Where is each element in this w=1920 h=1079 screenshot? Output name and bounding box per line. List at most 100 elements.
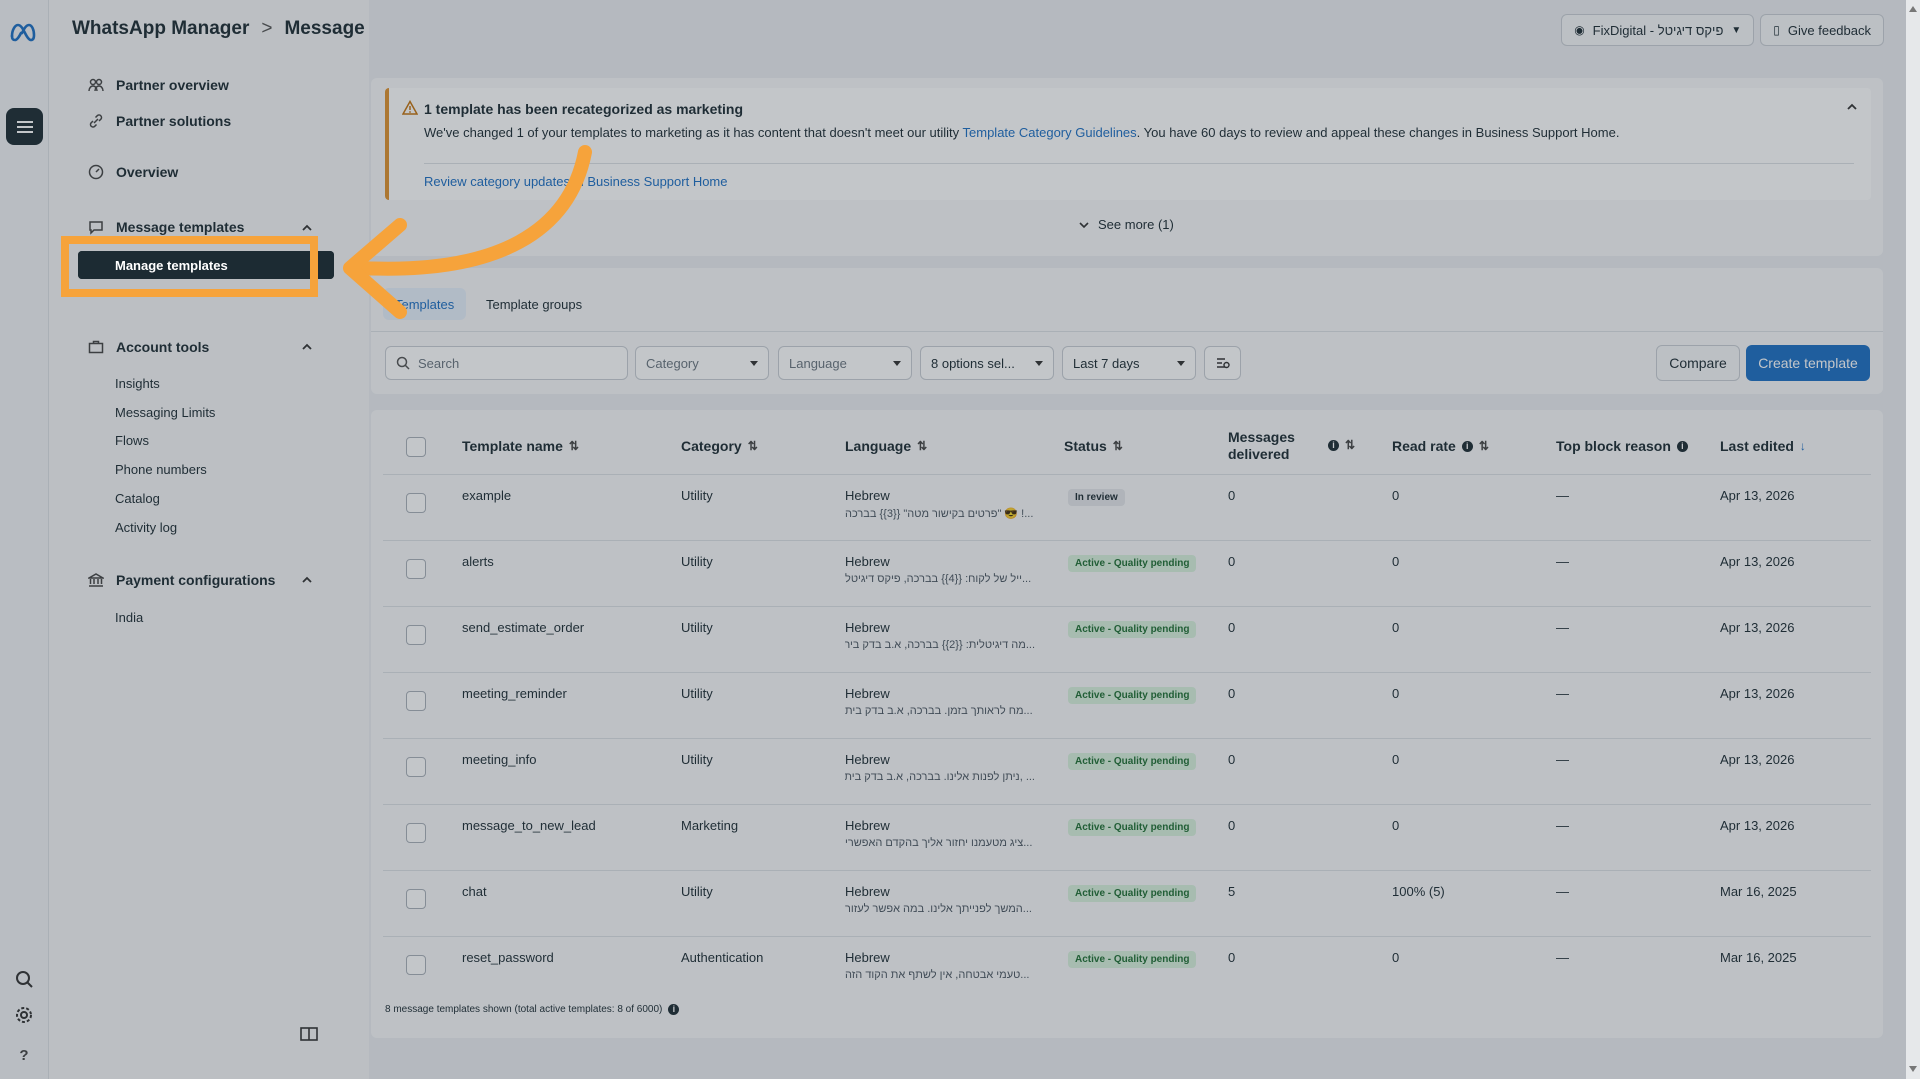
help-icon[interactable]: ?: [13, 1044, 35, 1066]
column-category[interactable]: Category ⇅: [681, 438, 758, 454]
info-icon[interactable]: i: [1328, 439, 1339, 451]
scrollbar[interactable]: [1906, 0, 1920, 1079]
sort-icon: ⇅: [917, 439, 928, 453]
sidebar-item-activity-log[interactable]: Activity log: [115, 520, 177, 535]
date-filter[interactable]: Last 7 days: [1062, 346, 1196, 380]
sort-icon: ⇅: [747, 439, 758, 453]
table-row[interactable]: send_estimate_order Utility Hebrew ...מה די…: [383, 606, 1871, 672]
template-name[interactable]: meeting_info: [462, 752, 536, 767]
account-selector[interactable]: ◉ FixDigital - פיקס דיגיטל ▼: [1561, 14, 1755, 46]
row-checkbox[interactable]: [406, 823, 426, 843]
info-icon[interactable]: i: [1461, 440, 1473, 452]
column-messages-delivered[interactable]: Messages delivered: [1228, 429, 1295, 463]
column-label: Category: [681, 438, 742, 454]
sidebar-collapse-icon[interactable]: [300, 1027, 318, 1041]
column-label: Language: [845, 438, 912, 454]
gauge-icon: [88, 164, 104, 180]
top-block-reason: —: [1556, 884, 1569, 899]
chevron-up-icon[interactable]: [300, 573, 314, 587]
see-more-button[interactable]: See more (1): [1078, 217, 1174, 232]
scroll-down-icon[interactable]: [1909, 1066, 1917, 1072]
menu-icon[interactable]: [6, 108, 43, 145]
status-badge: Active - Quality pending: [1068, 753, 1197, 770]
row-checkbox[interactable]: [406, 493, 426, 513]
table-row[interactable]: example Utility Hebrew ...! 😎 "פרטים בקישור…: [383, 474, 1871, 540]
category-guidelines-link[interactable]: Template Category Guidelines: [963, 125, 1137, 140]
row-checkbox[interactable]: [406, 955, 426, 975]
template-name[interactable]: meeting_reminder: [462, 686, 567, 701]
row-checkbox[interactable]: [406, 757, 426, 777]
chevron-up-icon[interactable]: [300, 221, 314, 235]
table-row[interactable]: message_to_new_lead Marketing Hebrew ...ציג…: [383, 804, 1871, 870]
chevron-up-icon[interactable]: [300, 340, 314, 354]
column-label: Status: [1064, 438, 1107, 454]
info-icon[interactable]: i: [668, 1004, 680, 1015]
sidebar-item-messaging-limits[interactable]: Messaging Limits: [115, 405, 215, 420]
top-block-reason: —: [1556, 752, 1569, 767]
book-icon: ▯: [1773, 23, 1780, 37]
status-filter-label: 8 options sel...: [931, 355, 1015, 371]
table-row[interactable]: chat Utility Hebrew ...המשך לפנייתך אלינו. …: [383, 870, 1871, 936]
status-filter[interactable]: 8 options sel...: [920, 346, 1054, 380]
table-row[interactable]: meeting_info Utility Hebrew ... ,ניתן לפנות…: [383, 738, 1871, 804]
template-name[interactable]: send_estimate_order: [462, 620, 584, 635]
sidebar-item-flows[interactable]: Flows: [115, 433, 149, 448]
sidebar-item-partner-overview[interactable]: Partner overview: [88, 77, 229, 93]
column-top-block-reason[interactable]: Top block reason i: [1556, 438, 1688, 454]
select-all-checkbox[interactable]: [406, 437, 426, 457]
sidebar-item-payment-configurations[interactable]: Payment configurations: [88, 572, 275, 588]
table-row[interactable]: meeting_reminder Utility Hebrew ...מח לראות…: [383, 672, 1871, 738]
create-template-button[interactable]: Create template: [1746, 345, 1870, 381]
sidebar-item-catalog[interactable]: Catalog: [115, 491, 160, 506]
scroll-up-icon[interactable]: [1909, 6, 1917, 12]
settings-gear-icon[interactable]: [13, 1004, 35, 1026]
chevron-up-icon[interactable]: [1845, 100, 1859, 114]
footer-text: 8 message templates shown (total active …: [385, 1004, 663, 1015]
compare-button[interactable]: Compare: [1656, 345, 1740, 381]
status-badge: Active - Quality pending: [1068, 687, 1197, 704]
status-badge: Active - Quality pending: [1068, 951, 1197, 968]
column-last-edited[interactable]: Last edited ↓: [1720, 438, 1806, 454]
messages-delivered: 0: [1228, 554, 1236, 569]
search-icon[interactable]: [13, 968, 35, 990]
template-name[interactable]: reset_password: [462, 950, 554, 965]
column-status[interactable]: Status ⇅: [1064, 438, 1123, 454]
language-filter[interactable]: Language: [778, 346, 912, 380]
column-label: Last edited: [1720, 438, 1794, 454]
template-name[interactable]: chat: [462, 884, 487, 899]
template-name[interactable]: alerts: [462, 554, 494, 569]
search-input[interactable]: Search: [385, 346, 628, 380]
banner-title: 1 template has been recategorized as mar…: [424, 101, 744, 117]
messages-delivered: 0: [1228, 488, 1236, 503]
sidebar-item-overview[interactable]: Overview: [88, 164, 178, 180]
caret-down-icon: [750, 360, 758, 366]
category-filter[interactable]: Category: [635, 346, 769, 380]
sidebar-item-account-tools[interactable]: Account tools: [88, 339, 209, 355]
template-name[interactable]: example: [462, 488, 511, 503]
row-checkbox[interactable]: [406, 889, 426, 909]
row-checkbox[interactable]: [406, 559, 426, 579]
column-template-name[interactable]: Template name ⇅: [462, 438, 579, 454]
breadcrumb-app[interactable]: WhatsApp Manager: [72, 18, 249, 40]
filter-settings-button[interactable]: [1204, 346, 1241, 380]
table-row[interactable]: alerts Utility Hebrew ...ייל של לקוח: {{4}}…: [383, 540, 1871, 606]
column-messages-delivered-icons[interactable]: i ⇅: [1328, 438, 1355, 452]
sidebar-item-insights[interactable]: Insights: [115, 376, 160, 391]
template-preview: ...ציג מטעמנו יחזור אליך בהקדם האפשרי: [845, 837, 1033, 849]
sidebar-item-message-templates[interactable]: Message templates: [88, 219, 244, 235]
row-checkbox[interactable]: [406, 691, 426, 711]
sidebar-item-phone-numbers[interactable]: Phone numbers: [115, 462, 207, 477]
info-icon[interactable]: i: [1676, 440, 1688, 452]
table-row[interactable]: reset_password Authentication Hebrew ...טעמ…: [383, 936, 1871, 1002]
row-checkbox[interactable]: [406, 625, 426, 645]
column-read-rate[interactable]: Read rate i ⇅: [1392, 438, 1489, 454]
sidebar-item-partner-solutions[interactable]: Partner solutions: [88, 113, 231, 129]
read-rate: 0: [1392, 488, 1400, 503]
meta-logo-icon[interactable]: [9, 20, 41, 44]
filter-gear-icon: [1216, 358, 1230, 369]
give-feedback-button[interactable]: ▯ Give feedback: [1760, 14, 1884, 46]
sidebar-item-india[interactable]: India: [115, 610, 143, 625]
column-language[interactable]: Language ⇅: [845, 438, 927, 454]
template-name[interactable]: message_to_new_lead: [462, 818, 596, 833]
top-actions: ◉ FixDigital - פיקס דיגיטל ▼ ▯ Give feed…: [1561, 14, 1884, 46]
